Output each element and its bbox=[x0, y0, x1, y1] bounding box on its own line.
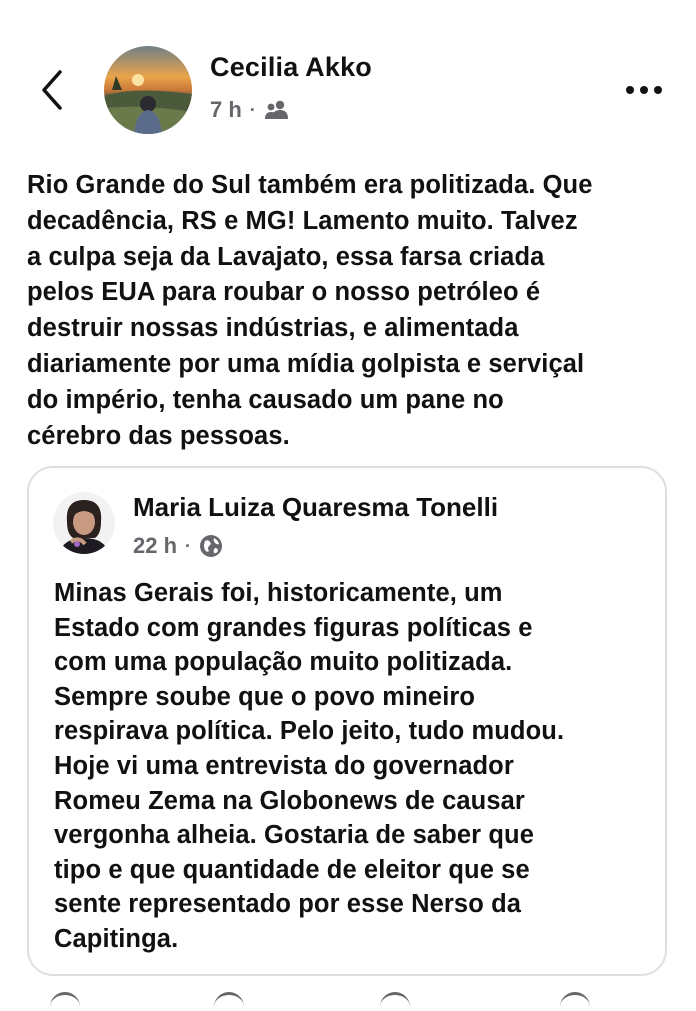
action-bar-partial bbox=[0, 988, 696, 1000]
author-avatar[interactable] bbox=[104, 46, 192, 134]
post-meta: 7 h · bbox=[210, 96, 290, 124]
repost-icon[interactable] bbox=[380, 992, 410, 1011]
comment-icon[interactable] bbox=[214, 992, 244, 1011]
shared-author-avatar[interactable] bbox=[53, 492, 115, 554]
shared-post-time[interactable]: 22 h bbox=[133, 533, 177, 559]
meta-separator: · bbox=[249, 99, 256, 120]
more-horizontal-icon bbox=[626, 86, 662, 94]
friends-icon[interactable] bbox=[264, 100, 290, 120]
avatar-photo bbox=[104, 46, 192, 134]
globe-icon[interactable] bbox=[199, 534, 223, 558]
avatar-photo bbox=[53, 492, 115, 554]
post-header: Cecilia Akko 7 h · bbox=[0, 0, 696, 150]
like-icon[interactable] bbox=[50, 992, 80, 1011]
shared-author-name[interactable]: Maria Luiza Quaresma Tonelli bbox=[133, 492, 498, 523]
shared-post-text: Minas Gerais foi, historicamente, um Est… bbox=[54, 579, 565, 953]
shared-post-meta: 22 h · bbox=[133, 532, 223, 560]
author-name[interactable]: Cecilia Akko bbox=[210, 52, 372, 83]
share-icon[interactable] bbox=[560, 992, 590, 1011]
post-text: Rio Grande do Sul também era politizada.… bbox=[27, 171, 593, 450]
chevron-left-icon bbox=[42, 70, 62, 110]
shared-post-card[interactable]: Maria Luiza Quaresma Tonelli 22 h · Mina… bbox=[27, 466, 667, 976]
back-button[interactable] bbox=[34, 66, 70, 114]
post-time[interactable]: 7 h bbox=[210, 97, 242, 123]
meta-separator: · bbox=[185, 535, 192, 556]
more-options-button[interactable] bbox=[622, 78, 666, 102]
